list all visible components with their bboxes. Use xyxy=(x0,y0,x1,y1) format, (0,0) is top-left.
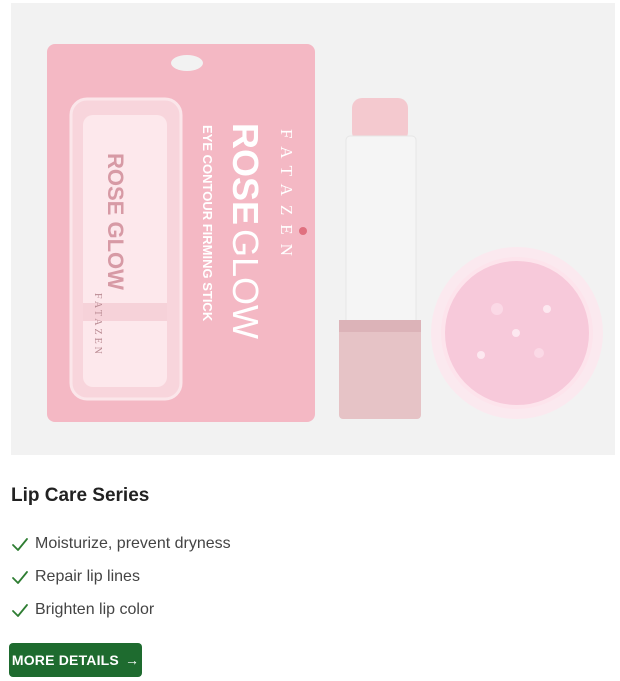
arrow-right-icon: → xyxy=(124,652,140,668)
more-details-button[interactable]: MORE DETAILS → xyxy=(9,643,142,677)
product-image: FATAZEN ROSE GLOW FATAZEN ROSE GLOW EYE … xyxy=(11,3,615,455)
feature-text: Brighten lip color xyxy=(35,600,155,618)
package-brand: FATAZEN xyxy=(277,129,296,265)
package-subtitle: EYE CONTOUR FIRMING STICK xyxy=(200,125,215,322)
check-icon xyxy=(11,601,29,619)
balm-stick xyxy=(339,98,421,419)
feature-list: Moisturize, prevent dryness Repair lip l… xyxy=(11,527,231,626)
balm-jar xyxy=(431,247,603,419)
check-icon xyxy=(11,568,29,586)
feature-item: Repair lip lines xyxy=(11,560,231,593)
feature-text: Moisturize, prevent dryness xyxy=(35,534,231,552)
feature-item: Brighten lip color xyxy=(11,593,231,626)
tube-title: ROSE GLOW xyxy=(103,153,128,290)
check-icon xyxy=(11,535,29,553)
feature-item: Moisturize, prevent dryness xyxy=(11,527,231,560)
blister-package: FATAZEN ROSE GLOW FATAZEN ROSE GLOW EYE … xyxy=(47,44,315,422)
product-title: Lip Care Series xyxy=(11,485,150,506)
package-title-glow: GLOW xyxy=(225,229,266,339)
tube-brand: FATAZEN xyxy=(92,293,103,357)
package-title-rose: ROSE xyxy=(225,123,266,225)
more-details-label: MORE DETAILS xyxy=(11,652,119,668)
feature-text: Repair lip lines xyxy=(35,567,140,585)
